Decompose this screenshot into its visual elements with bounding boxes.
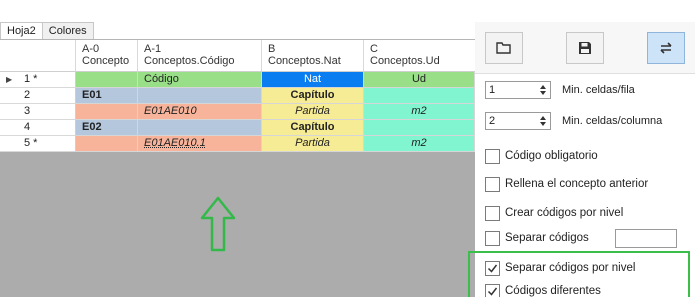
- row-header-5[interactable]: 5 *: [0, 136, 76, 152]
- up-arrow-icon: [200, 196, 236, 252]
- min-cells-col-stepper[interactable]: 2: [485, 112, 551, 130]
- checkbox[interactable]: [485, 230, 500, 246]
- panel-toolbar: [475, 22, 695, 74]
- min-cells-row-label: Min. celdas/fila: [562, 84, 635, 96]
- table-cell[interactable]: m2: [364, 104, 475, 120]
- table-cell[interactable]: [364, 120, 475, 136]
- table-cell[interactable]: Ud: [364, 72, 475, 88]
- table-cell[interactable]: Partida: [262, 104, 364, 120]
- checkbox-separar-codigos[interactable]: Separar códigos: [485, 228, 677, 248]
- refresh-button[interactable]: [647, 32, 685, 64]
- table-cell[interactable]: [76, 72, 138, 88]
- open-button[interactable]: [485, 32, 523, 64]
- table-cell[interactable]: [138, 120, 262, 136]
- row-header-2[interactable]: 2: [0, 88, 76, 104]
- table-cell[interactable]: [76, 136, 138, 152]
- grid-corner: [0, 40, 76, 72]
- stepper-value: 1: [489, 84, 496, 96]
- table-cell[interactable]: E02: [76, 120, 138, 136]
- row-label: 5 *: [24, 137, 38, 149]
- table-cell[interactable]: Nat: [262, 72, 364, 88]
- column-name: Conceptos.Nat: [268, 55, 341, 67]
- table-cell[interactable]: [364, 88, 475, 104]
- checkbox-label: Crear códigos por nivel: [505, 207, 624, 219]
- table-cell[interactable]: [138, 88, 262, 104]
- spin-arrows-icon[interactable]: [538, 84, 548, 96]
- row-label: 3: [24, 105, 31, 117]
- column-name: Concepto: [82, 55, 130, 67]
- column-name: Conceptos.Ud: [370, 55, 440, 67]
- column-id: C: [370, 43, 378, 55]
- stepper-value: 2: [489, 115, 496, 127]
- row-header-1[interactable]: ▶ 1 *: [0, 72, 76, 88]
- column-id: A-0: [82, 43, 100, 55]
- checkbox-crear-codigos-nivel[interactable]: Crear códigos por nivel: [485, 204, 623, 222]
- table-cell[interactable]: [76, 104, 138, 120]
- table-cell[interactable]: Código: [138, 72, 262, 88]
- checkbox-label: Separar códigos: [505, 232, 589, 244]
- table-cell[interactable]: E01: [76, 88, 138, 104]
- row-header-3[interactable]: 3: [0, 104, 76, 120]
- current-row-icon: ▶: [6, 75, 13, 84]
- column-id: A-1: [144, 43, 162, 55]
- checkbox[interactable]: [485, 148, 500, 164]
- checkbox-rellena-concepto[interactable]: Rellena el concepto anterior: [485, 175, 648, 193]
- spin-arrows-icon[interactable]: [538, 115, 548, 127]
- checkbox-codigo-obligatorio[interactable]: Código obligatorio: [485, 147, 598, 165]
- tab-hoja2[interactable]: Hoja2: [0, 22, 43, 39]
- data-grid: A-0 Concepto A-1 Conceptos.Código B Conc…: [0, 39, 475, 297]
- sync-icon: [660, 42, 672, 54]
- min-cells-col-control: 2 Min. celdas/columna: [485, 112, 662, 130]
- folder-open-icon: [496, 42, 511, 54]
- save-icon: [579, 42, 591, 54]
- row-label: 4: [24, 121, 31, 133]
- checkbox[interactable]: [485, 205, 500, 221]
- column-header-b[interactable]: B Conceptos.Nat: [262, 40, 364, 72]
- column-header-a1[interactable]: A-1 Conceptos.Código: [138, 40, 262, 72]
- table-cell[interactable]: Capítulo: [262, 120, 364, 136]
- row-header-4[interactable]: 4: [0, 120, 76, 136]
- separator-input[interactable]: [614, 228, 677, 248]
- table-cell[interactable]: Partida: [262, 136, 364, 152]
- min-cells-row-stepper[interactable]: 1: [485, 81, 551, 99]
- table-cell[interactable]: E01AE010: [138, 104, 262, 120]
- checkbox[interactable]: [485, 176, 500, 192]
- column-name: Conceptos.Código: [144, 55, 235, 67]
- min-cells-row-control: 1 Min. celdas/fila: [485, 81, 635, 99]
- column-header-a0[interactable]: A-0 Concepto: [76, 40, 138, 72]
- column-id: B: [268, 43, 276, 55]
- table-cell[interactable]: E01AE010.1: [138, 136, 262, 152]
- save-button[interactable]: [566, 32, 604, 64]
- checkbox-label: Código obligatorio: [505, 150, 598, 162]
- checkbox-label: Rellena el concepto anterior: [505, 178, 649, 190]
- table-cell[interactable]: m2: [364, 136, 475, 152]
- min-cells-col-label: Min. celdas/columna: [562, 115, 663, 127]
- highlight-frame: [468, 251, 690, 297]
- row-label: 2: [24, 89, 31, 101]
- sheet-tabs: Hoja2 Colores: [0, 22, 94, 39]
- table-cell[interactable]: Capítulo: [262, 88, 364, 104]
- row-label: 1 *: [24, 73, 38, 85]
- tab-colores[interactable]: Colores: [41, 22, 94, 39]
- column-header-c[interactable]: C Conceptos.Ud: [364, 40, 475, 72]
